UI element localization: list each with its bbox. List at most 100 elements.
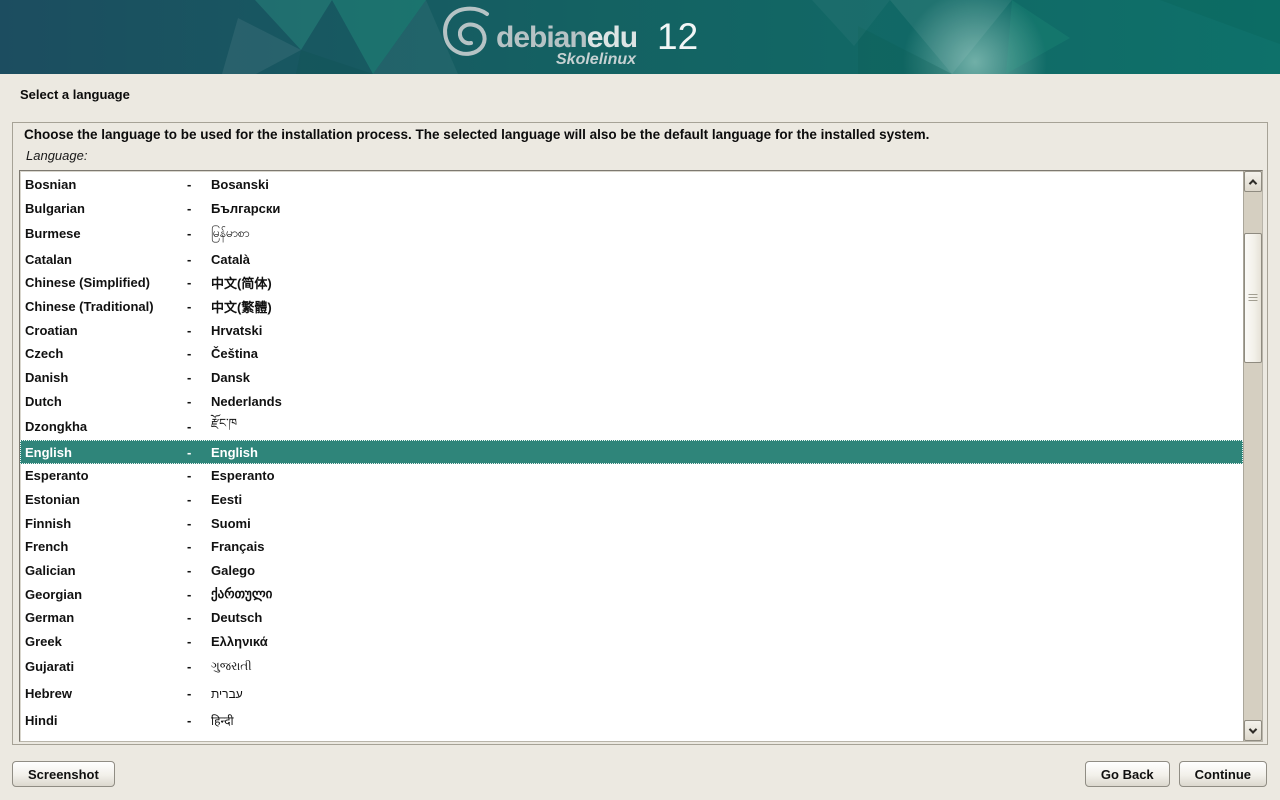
continue-button[interactable]: Continue — [1179, 761, 1267, 787]
language-row[interactable]: Hungarian - Magyar — [20, 734, 1243, 741]
language-separator: - — [187, 346, 211, 361]
language-row[interactable]: Bulgarian - Български — [20, 197, 1243, 221]
go-back-button[interactable]: Go Back — [1085, 761, 1170, 787]
language-english: Dzongkha — [25, 419, 187, 434]
language-english: Hindi — [25, 713, 187, 728]
language-separator: - — [187, 201, 211, 216]
language-native: རྫོང་ཁ — [211, 410, 1243, 444]
language-row[interactable]: Croatian - Hrvatski — [20, 318, 1243, 342]
language-native: Bosanski — [211, 177, 1243, 192]
language-row[interactable]: French - Français — [20, 535, 1243, 559]
language-row[interactable]: Finnish - Suomi — [20, 511, 1243, 535]
language-native: ქართული — [211, 586, 1243, 602]
language-separator: - — [187, 252, 211, 267]
language-separator: - — [187, 394, 211, 409]
language-native: ગુજરાતી — [211, 659, 1243, 674]
scroll-down-button[interactable] — [1244, 720, 1262, 741]
language-row[interactable]: Estonian - Eesti — [20, 488, 1243, 512]
language-separator: - — [187, 468, 211, 483]
language-english: Bulgarian — [25, 201, 187, 216]
language-native: Galego — [211, 563, 1243, 578]
language-row[interactable]: Georgian - ქართული — [20, 582, 1243, 606]
brand-text: debianedu — [496, 21, 637, 54]
page-title: Select a language — [20, 87, 130, 102]
language-row[interactable]: Hebrew - עברית — [20, 680, 1243, 707]
scrollbar-grip-icon — [1249, 294, 1258, 302]
language-separator: - — [187, 226, 211, 241]
language-separator: - — [187, 713, 211, 728]
language-row[interactable]: Catalan - Català — [20, 247, 1243, 271]
language-english: Greek — [25, 634, 187, 649]
language-english: Catalan — [25, 252, 187, 267]
language-native: עברית — [211, 687, 1243, 701]
language-separator: - — [187, 686, 211, 701]
brand-subtitle: Skolelinux — [556, 51, 637, 68]
language-english: Estonian — [25, 492, 187, 507]
scrollbar-track[interactable] — [1244, 192, 1262, 720]
language-separator: - — [187, 634, 211, 649]
language-native: English — [211, 445, 1243, 460]
brand-version: 12 — [657, 16, 698, 57]
language-row[interactable]: Esperanto - Esperanto — [20, 464, 1243, 488]
language-english: Bosnian — [25, 177, 187, 192]
language-separator: - — [187, 445, 211, 460]
language-row[interactable]: Czech - Čeština — [20, 342, 1243, 366]
language-row[interactable]: Gujarati - ગુજરાતી — [20, 653, 1243, 680]
language-list: Bosnian - Bosanski Bulgarian - Български… — [20, 171, 1243, 741]
language-native: Suomi — [211, 516, 1243, 531]
language-field-label: Language: — [26, 148, 87, 163]
scrollbar-thumb[interactable] — [1244, 233, 1262, 363]
language-separator: - — [187, 177, 211, 192]
dialog-description: Choose the language to be used for the i… — [24, 127, 1257, 142]
language-separator: - — [187, 299, 211, 314]
language-english: Chinese (Simplified) — [25, 275, 187, 290]
language-separator: - — [187, 370, 211, 385]
language-english: Chinese (Traditional) — [25, 299, 187, 314]
language-row[interactable]: Bosnian - Bosanski — [20, 173, 1243, 197]
language-native: Български — [211, 201, 1243, 216]
language-row[interactable]: Greek - Ελληνικά — [20, 630, 1243, 654]
scroll-up-button[interactable] — [1244, 171, 1262, 192]
language-separator: - — [187, 492, 211, 507]
language-native: 中文(繁體) — [211, 297, 1243, 316]
footer-navigation: Go Back Continue — [1085, 761, 1267, 787]
language-english: Danish — [25, 370, 187, 385]
language-separator: - — [187, 563, 211, 578]
language-native: Čeština — [211, 346, 1243, 361]
language-english: Georgian — [25, 587, 187, 602]
language-english: Galician — [25, 563, 187, 578]
dialog-frame: Choose the language to be used for the i… — [12, 122, 1268, 745]
language-native: Dansk — [211, 370, 1243, 385]
language-english: Czech — [25, 346, 187, 361]
language-row[interactable]: Chinese (Simplified) - 中文(简体) — [20, 271, 1243, 295]
vertical-scrollbar[interactable] — [1243, 171, 1262, 741]
language-separator: - — [187, 610, 211, 625]
language-row[interactable]: Chinese (Traditional) - 中文(繁體) — [20, 295, 1243, 319]
language-english: Dutch — [25, 394, 187, 409]
language-row[interactable]: German - Deutsch — [20, 606, 1243, 630]
language-separator: - — [187, 275, 211, 290]
language-row[interactable]: Burmese - မြန်မာစာ — [20, 220, 1243, 247]
language-row[interactable]: Galician - Galego — [20, 559, 1243, 583]
language-native: Català — [211, 252, 1243, 267]
chevron-up-icon — [1249, 179, 1257, 187]
language-native: Hrvatski — [211, 323, 1243, 338]
language-english: Finnish — [25, 516, 187, 531]
language-row[interactable]: Danish - Dansk — [20, 366, 1243, 390]
screenshot-button[interactable]: Screenshot — [12, 761, 115, 787]
language-native: Nederlands — [211, 394, 1243, 409]
language-row[interactable]: English - English — [20, 440, 1243, 464]
language-english: Croatian — [25, 323, 187, 338]
language-native: हिन्दी — [211, 712, 1243, 729]
language-english: Gujarati — [25, 659, 187, 674]
language-separator: - — [187, 419, 211, 434]
language-english: Hungarian — [25, 739, 187, 741]
installer-banner: debianedu 12 Skolelinux — [0, 0, 1280, 74]
language-native: Français — [211, 539, 1243, 554]
language-separator: - — [187, 739, 211, 741]
language-row[interactable]: Dzongkha - རྫོང་ཁ — [20, 413, 1243, 440]
language-english: Burmese — [25, 226, 187, 241]
language-row[interactable]: Hindi - हिन्दी — [20, 707, 1243, 734]
language-separator: - — [187, 587, 211, 602]
language-native: Eesti — [211, 492, 1243, 507]
